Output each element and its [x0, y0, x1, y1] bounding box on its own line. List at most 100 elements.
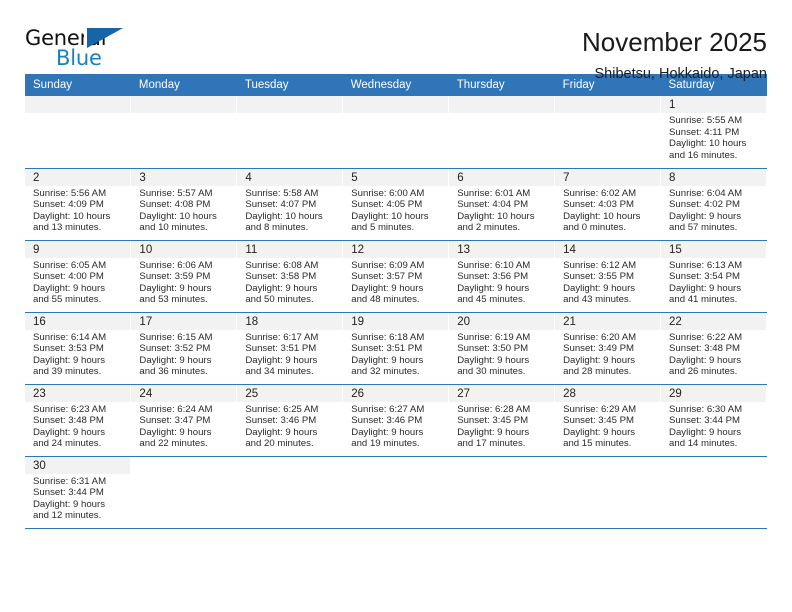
page-title: November 2025: [582, 27, 767, 57]
day-number: 29: [661, 384, 766, 402]
daylight-duration-line1: Daylight: 9 hours: [669, 282, 742, 294]
sunset-time: Sunset: 4:03 PM: [563, 199, 635, 211]
calendar-day-cell[interactable]: 2 Sunrise: 5:56 AM Sunset: 4:09 PM Daylight…: [25, 168, 132, 241]
day-number: 28: [555, 384, 661, 402]
sunset-time: Sunset: 3:48 PM: [669, 343, 740, 355]
calendar-day-cell[interactable]: 14 Sunrise: 6:12 AM Sunset: 3:55 PM Dayligh…: [554, 240, 662, 313]
calendar-cell-inner: 14 Sunrise: 6:12 AM Sunset: 3:55 PM Dayligh…: [555, 240, 661, 312]
calendar-day-cell[interactable]: 3 Sunrise: 5:57 AM Sunset: 4:08 PM Daylight…: [130, 168, 238, 241]
general-blue-logo[interactable]: General Blue: [25, 26, 137, 72]
calendar-day-cell[interactable]: 6 Sunrise: 6:01 AM Sunset: 4:04 PM Daylight…: [448, 168, 556, 241]
daylight-duration-line2: and 55 minutes.: [33, 294, 102, 306]
calendar-day-cell[interactable]: 16 Sunrise: 6:14 AM Sunset: 3:53 PM Dayligh…: [25, 312, 132, 385]
calendar-cell-empty: [236, 456, 344, 529]
daylight-duration-line2: and 19 minutes.: [351, 438, 420, 450]
sunrise-time: Sunrise: 6:14 AM: [33, 331, 107, 343]
calendar-cell-inner: [449, 96, 555, 168]
sunrise-time: Sunrise: 6:22 AM: [669, 331, 743, 343]
calendar-day-cell[interactable]: 22 Sunrise: 6:22 AM Sunset: 3:48 PM Dayligh…: [660, 312, 767, 385]
logo-triangle-icon: [87, 28, 123, 48]
sun-info: Sunrise: 6:15 AM Sunset: 3:52 PM Daylight:…: [131, 330, 236, 378]
title-block: November 2025 Shibetsu, Hokkaido, Japan: [582, 26, 767, 84]
calendar-cell-inner: 6 Sunrise: 6:01 AM Sunset: 4:04 PM Daylight…: [449, 168, 555, 240]
calendar-day-cell[interactable]: 11 Sunrise: 6:08 AM Sunset: 3:58 PM Dayligh…: [236, 240, 344, 313]
calendar-day-cell[interactable]: 20 Sunrise: 6:19 AM Sunset: 3:50 PM Dayligh…: [448, 312, 556, 385]
calendar-day-cell[interactable]: 29 Sunrise: 6:30 AM Sunset: 3:44 PM Dayligh…: [660, 384, 767, 457]
sun-info: Sunrise: 5:55 AM Sunset: 4:11 PM Daylight:…: [661, 113, 766, 161]
daylight-duration-line1: Daylight: 9 hours: [669, 426, 742, 438]
day-number: [555, 96, 661, 113]
calendar-cell-inner: [555, 96, 661, 168]
calendar-cell-inner: 9 Sunrise: 6:05 AM Sunset: 4:00 PM Daylight…: [25, 240, 131, 312]
day-number: 9: [25, 240, 131, 258]
calendar-day-cell[interactable]: 7 Sunrise: 6:02 AM Sunset: 4:03 PM Daylight…: [554, 168, 662, 241]
calendar-cell-inner: [131, 96, 237, 168]
sun-info: Sunrise: 6:13 AM Sunset: 3:54 PM Daylight:…: [661, 258, 766, 306]
day-number: 24: [131, 384, 237, 402]
calendar-day-cell[interactable]: 23 Sunrise: 6:23 AM Sunset: 3:48 PM Dayligh…: [25, 384, 132, 457]
sunset-time: Sunset: 3:56 PM: [457, 271, 529, 283]
calendar-cell-inner: 18 Sunrise: 6:17 AM Sunset: 3:51 PM Dayligh…: [237, 312, 343, 384]
daylight-duration-line2: and 24 minutes.: [33, 438, 102, 450]
calendar-day-cell[interactable]: 25 Sunrise: 6:25 AM Sunset: 3:46 PM Dayligh…: [236, 384, 344, 457]
calendar-cell-inner: [449, 456, 555, 528]
daylight-duration-line1: Daylight: 9 hours: [33, 354, 105, 366]
calendar-day-cell[interactable]: 28 Sunrise: 6:29 AM Sunset: 3:45 PM Dayligh…: [554, 384, 662, 457]
calendar-day-cell[interactable]: 1 Sunrise: 5:55 AM Sunset: 4:11 PM Daylight…: [660, 96, 767, 169]
calendar-cell-inner: 23 Sunrise: 6:23 AM Sunset: 3:48 PM Dayligh…: [25, 384, 131, 456]
calendar-day-cell[interactable]: 27 Sunrise: 6:28 AM Sunset: 3:45 PM Dayligh…: [448, 384, 556, 457]
daylight-duration-line1: Daylight: 10 hours: [245, 210, 323, 222]
calendar-day-cell[interactable]: 10 Sunrise: 6:06 AM Sunset: 3:59 PM Dayligh…: [130, 240, 238, 313]
sun-info: Sunrise: 6:06 AM Sunset: 3:59 PM Daylight:…: [131, 258, 236, 306]
daylight-duration-line1: Daylight: 9 hours: [351, 282, 424, 294]
calendar-day-cell[interactable]: 17 Sunrise: 6:15 AM Sunset: 3:52 PM Dayligh…: [130, 312, 238, 385]
sun-info: Sunrise: 6:18 AM Sunset: 3:51 PM Daylight:…: [343, 330, 448, 378]
calendar-cell-empty: [130, 96, 238, 169]
daylight-duration-line1: Daylight: 9 hours: [33, 498, 105, 510]
calendar-day-cell[interactable]: 9 Sunrise: 6:05 AM Sunset: 4:00 PM Daylight…: [25, 240, 132, 313]
calendar-cell-inner: 17 Sunrise: 6:15 AM Sunset: 3:52 PM Dayligh…: [131, 312, 237, 384]
daylight-duration-line1: Daylight: 9 hours: [33, 282, 105, 294]
calendar-day-cell[interactable]: 13 Sunrise: 6:10 AM Sunset: 3:56 PM Dayligh…: [448, 240, 556, 313]
calendar-day-cell[interactable]: 15 Sunrise: 6:13 AM Sunset: 3:54 PM Dayligh…: [660, 240, 767, 313]
calendar-day-cell[interactable]: 26 Sunrise: 6:27 AM Sunset: 3:46 PM Dayligh…: [342, 384, 450, 457]
day-number: [237, 96, 343, 113]
calendar-cell-inner: 21 Sunrise: 6:20 AM Sunset: 3:49 PM Dayligh…: [555, 312, 661, 384]
day-number: 22: [661, 312, 766, 330]
daylight-duration-line2: and 48 minutes.: [351, 294, 420, 306]
sunrise-time: Sunrise: 6:19 AM: [457, 331, 531, 343]
calendar-cell-inner: 11 Sunrise: 6:08 AM Sunset: 3:58 PM Dayligh…: [237, 240, 343, 312]
sun-info: Sunrise: 6:24 AM Sunset: 3:47 PM Daylight:…: [131, 402, 236, 450]
day-number: 15: [661, 240, 766, 258]
calendar-cell-inner: 22 Sunrise: 6:22 AM Sunset: 3:48 PM Dayligh…: [661, 312, 766, 384]
calendar-cell-empty: [448, 456, 556, 529]
calendar-day-cell[interactable]: 30 Sunrise: 6:31 AM Sunset: 3:44 PM Dayligh…: [25, 456, 132, 529]
calendar-day-cell[interactable]: 24 Sunrise: 6:24 AM Sunset: 3:47 PM Dayligh…: [130, 384, 238, 457]
calendar-cell-empty: [554, 456, 662, 529]
daylight-duration-line2: and 36 minutes.: [139, 366, 208, 378]
sunrise-time: Sunrise: 6:27 AM: [351, 403, 425, 415]
daylight-duration-line1: Daylight: 10 hours: [139, 210, 217, 222]
calendar-day-cell[interactable]: 5 Sunrise: 6:00 AM Sunset: 4:05 PM Daylight…: [342, 168, 450, 241]
calendar-day-cell[interactable]: 18 Sunrise: 6:17 AM Sunset: 3:51 PM Dayligh…: [236, 312, 344, 385]
calendar-day-cell[interactable]: 21 Sunrise: 6:20 AM Sunset: 3:49 PM Dayligh…: [554, 312, 662, 385]
sunrise-time: Sunrise: 6:08 AM: [245, 259, 319, 271]
calendar-day-cell[interactable]: 8 Sunrise: 6:04 AM Sunset: 4:02 PM Daylight…: [660, 168, 767, 241]
calendar-cell-inner: 16 Sunrise: 6:14 AM Sunset: 3:53 PM Dayligh…: [25, 312, 131, 384]
day-number: 21: [555, 312, 661, 330]
daylight-duration-line2: and 53 minutes.: [139, 294, 208, 306]
calendar-day-cell[interactable]: 4 Sunrise: 5:58 AM Sunset: 4:07 PM Daylight…: [236, 168, 344, 241]
calendar-cell-empty: [554, 96, 662, 169]
sun-info: Sunrise: 6:19 AM Sunset: 3:50 PM Daylight:…: [449, 330, 554, 378]
calendar-day-cell[interactable]: 19 Sunrise: 6:18 AM Sunset: 3:51 PM Dayligh…: [342, 312, 450, 385]
sun-info: Sunrise: 5:57 AM Sunset: 4:08 PM Daylight:…: [131, 186, 236, 234]
calendar-body: 1 Sunrise: 5:55 AM Sunset: 4:11 PM Daylight…: [25, 96, 767, 529]
calendar-day-cell[interactable]: 12 Sunrise: 6:09 AM Sunset: 3:57 PM Dayligh…: [342, 240, 450, 313]
daylight-duration-line1: Daylight: 9 hours: [669, 210, 742, 222]
sunset-time: Sunset: 3:52 PM: [139, 343, 211, 355]
sun-info: Sunrise: 6:29 AM Sunset: 3:45 PM Daylight:…: [555, 402, 660, 450]
daylight-duration-line2: and 5 minutes.: [351, 222, 415, 234]
daylight-duration-line1: Daylight: 9 hours: [563, 282, 636, 294]
calendar-cell-inner: [25, 96, 131, 168]
daylight-duration-line2: and 34 minutes.: [245, 366, 314, 378]
